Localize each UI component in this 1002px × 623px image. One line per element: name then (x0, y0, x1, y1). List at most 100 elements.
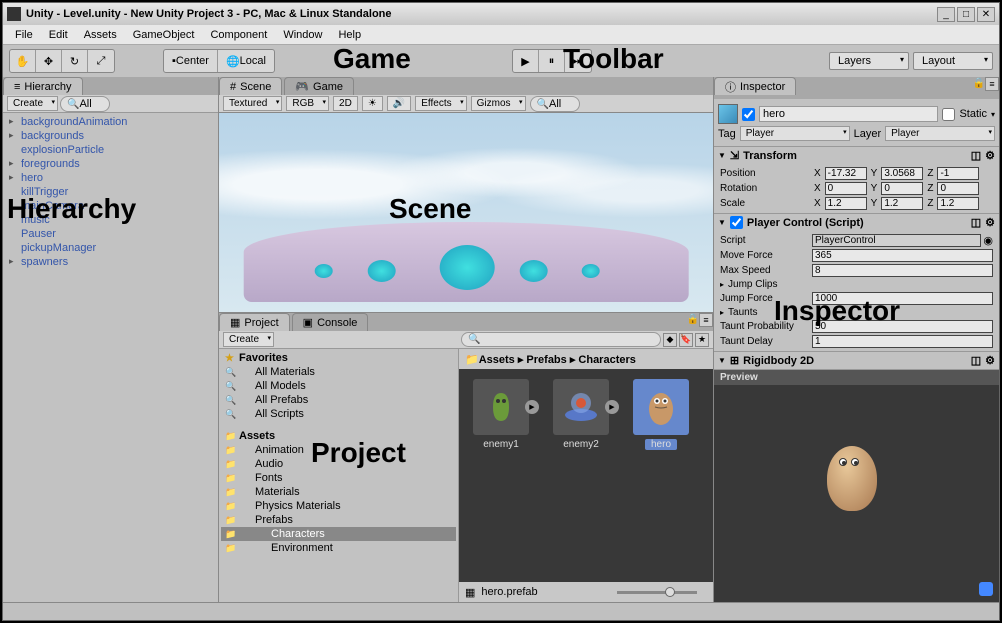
jump-force-field[interactable] (812, 292, 993, 305)
play-button[interactable]: ▶ (513, 50, 539, 72)
player-control-header[interactable]: Player Control (Script) ◫ (714, 214, 999, 231)
light-toggle[interactable]: ☀ (362, 96, 383, 111)
favorites-root[interactable]: Favorites (221, 351, 456, 365)
fav-item[interactable]: All Scripts (221, 407, 456, 421)
folder-item[interactable]: Prefabs (221, 513, 456, 527)
hierarchy-item[interactable]: backgrounds (7, 129, 214, 143)
gear-icon[interactable] (985, 149, 995, 162)
max-speed-field[interactable] (812, 264, 993, 277)
pos-z[interactable] (937, 167, 979, 180)
layout-dropdown[interactable]: Layout (913, 52, 993, 70)
rot-x[interactable] (825, 182, 867, 195)
play-icon[interactable]: ▶ (605, 400, 619, 414)
menu-help[interactable]: Help (330, 27, 369, 43)
hierarchy-item[interactable]: Pauser (7, 227, 214, 241)
menu-assets[interactable]: Assets (76, 27, 125, 43)
fav-item[interactable]: All Models (221, 379, 456, 393)
asset-bundle-icon[interactable] (979, 582, 993, 596)
scale-y[interactable] (881, 197, 923, 210)
taunt-prob-field[interactable] (812, 320, 993, 333)
effects-dropdown[interactable]: Effects (415, 96, 466, 111)
hierarchy-item[interactable]: spawners (7, 255, 214, 269)
pos-x[interactable] (825, 167, 867, 180)
chevron-right-icon[interactable]: ▸ (720, 280, 724, 289)
layers-dropdown[interactable]: Layers (829, 52, 909, 70)
tag-dropdown[interactable]: Player (740, 126, 850, 141)
pause-button[interactable]: ⏸ (539, 50, 565, 72)
taunt-delay-field[interactable] (812, 335, 993, 348)
close-button[interactable]: ✕ (977, 7, 995, 22)
folder-item[interactable]: Physics Materials (221, 499, 456, 513)
2d-toggle[interactable]: 2D (333, 96, 358, 111)
thumbnail-size-slider[interactable] (617, 591, 697, 594)
label-button[interactable]: 🔖 (679, 333, 693, 347)
hierarchy-item[interactable]: mainCamera (7, 199, 214, 213)
maximize-button[interactable]: □ (957, 7, 975, 22)
rotate-tool[interactable]: ↻ (62, 50, 88, 72)
menu-window[interactable]: Window (275, 27, 330, 43)
transform-header[interactable]: ⇲ Transform ◫ (714, 147, 999, 164)
fav-item[interactable]: All Prefabs (221, 393, 456, 407)
folder-environment[interactable]: Environment (221, 541, 456, 555)
layer-dropdown[interactable]: Player (885, 126, 995, 141)
rigidbody-header[interactable]: ⊞ Rigidbody 2D ◫ (714, 352, 999, 369)
menu-file[interactable]: File (7, 27, 41, 43)
menu-gameobject[interactable]: GameObject (125, 27, 203, 43)
render-mode-dropdown[interactable]: Textured (223, 96, 282, 111)
panel-menu-button[interactable]: ≡ (699, 313, 713, 327)
scene-tab[interactable]: # Scene (219, 77, 282, 95)
menu-edit[interactable]: Edit (41, 27, 76, 43)
hierarchy-list[interactable]: backgroundAnimation backgrounds explosio… (3, 113, 218, 602)
project-tree[interactable]: Favorites All Materials All Models All P… (219, 349, 459, 602)
hierarchy-search[interactable]: 🔍All (60, 96, 110, 112)
project-create-dropdown[interactable]: Create (223, 332, 274, 347)
help-icon[interactable]: ◫ (971, 216, 981, 229)
scale-x[interactable] (825, 197, 867, 210)
hierarchy-item[interactable]: backgroundAnimation (7, 115, 214, 129)
hierarchy-item[interactable]: explosionParticle (7, 143, 214, 157)
breadcrumb[interactable]: 📁 Assets ▸ Prefabs ▸ Characters (459, 349, 713, 369)
hierarchy-item[interactable]: hero (7, 171, 214, 185)
chevron-right-icon[interactable]: ▸ (720, 308, 724, 317)
folder-item[interactable]: Materials (221, 485, 456, 499)
move-force-field[interactable] (812, 249, 993, 262)
scale-tool[interactable]: ⤢ (88, 50, 114, 72)
folder-item[interactable]: Fonts (221, 471, 456, 485)
script-field[interactable] (812, 234, 981, 247)
rgb-dropdown[interactable]: RGB (286, 96, 329, 111)
hierarchy-item[interactable]: pickupManager (7, 241, 214, 255)
pos-y[interactable] (881, 167, 923, 180)
folder-item[interactable]: Audio (221, 457, 456, 471)
hierarchy-item[interactable]: killTrigger (7, 185, 214, 199)
minimize-button[interactable]: _ (937, 7, 955, 22)
folder-characters[interactable]: Characters (221, 527, 456, 541)
asset-grid[interactable]: ▶ enemy1 ▶ enemy2 (459, 369, 713, 582)
audio-toggle[interactable]: 🔊 (387, 96, 411, 111)
local-button[interactable]: 🌐 Local (218, 50, 274, 72)
inspector-tab[interactable]: ⓘ Inspector (714, 77, 796, 95)
folder-item[interactable]: Animation (221, 443, 456, 457)
menu-component[interactable]: Component (202, 27, 275, 43)
panel-menu-button[interactable]: ≡ (985, 77, 999, 91)
project-search[interactable]: 🔍 (461, 332, 661, 347)
rot-y[interactable] (881, 182, 923, 195)
scale-z[interactable] (937, 197, 979, 210)
slider-handle[interactable] (665, 587, 675, 597)
center-button[interactable]: ▪ Center (164, 50, 218, 72)
game-tab[interactable]: 🎮 Game (284, 77, 354, 95)
object-picker-icon[interactable]: ◉ (983, 234, 993, 247)
help-icon[interactable]: ◫ (971, 149, 981, 162)
name-field[interactable] (759, 106, 938, 122)
asset-enemy1[interactable]: ▶ enemy1 (469, 379, 533, 572)
asset-enemy2[interactable]: ▶ enemy2 (549, 379, 613, 572)
lock-icon[interactable] (687, 313, 699, 331)
hierarchy-item[interactable]: music (7, 213, 214, 227)
scene-viewport[interactable]: Scene (219, 113, 713, 312)
hand-tool[interactable]: ✋ (10, 50, 36, 72)
gizmos-dropdown[interactable]: Gizmos (471, 96, 526, 111)
gear-icon[interactable] (985, 354, 995, 367)
hierarchy-item[interactable]: foregrounds (7, 157, 214, 171)
console-tab[interactable]: ▣ Console (292, 313, 369, 331)
filter-button[interactable]: ◆ (663, 333, 677, 347)
help-icon[interactable]: ◫ (971, 354, 981, 367)
